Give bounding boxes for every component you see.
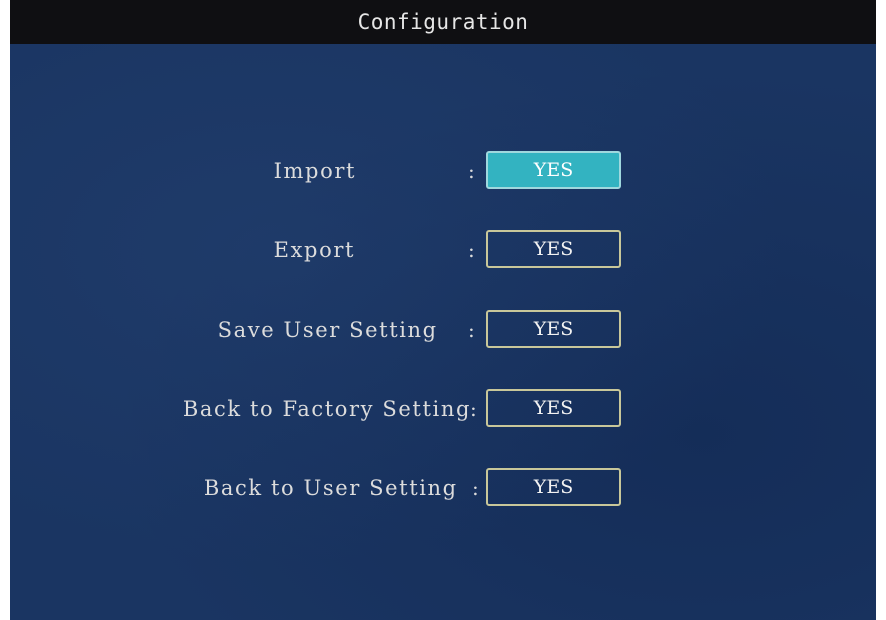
import-yes-button[interactable]: YES: [486, 151, 621, 189]
title-bar: Configuration: [10, 0, 876, 44]
export-colon: :: [468, 238, 475, 262]
setting-row-save-user-setting: Save User Setting : YES: [10, 310, 876, 350]
back-to-factory-setting-colon: :: [470, 397, 477, 421]
page-title: Configuration: [357, 10, 529, 34]
back-to-user-setting-yes-button[interactable]: YES: [486, 468, 621, 506]
setting-row-export: Export : YES: [10, 230, 876, 270]
back-to-user-setting-label: Back to User Setting: [203, 476, 466, 500]
setting-row-import: Import : YES: [10, 151, 876, 191]
configuration-screen: Configuration Import : YES Export : YES …: [10, 0, 876, 620]
save-user-setting-colon: :: [468, 318, 475, 342]
import-colon: :: [468, 159, 475, 183]
save-user-setting-label: Save User Setting: [217, 318, 446, 342]
save-user-setting-yes-button[interactable]: YES: [486, 310, 621, 348]
back-to-factory-setting-yes-button[interactable]: YES: [486, 389, 621, 427]
back-to-factory-setting-label: Back to Factory Setting: [182, 397, 471, 421]
setting-row-back-to-factory-setting: Back to Factory Setting : YES: [10, 389, 876, 429]
export-yes-button[interactable]: YES: [486, 230, 621, 268]
setting-row-back-to-user-setting: Back to User Setting : YES: [10, 468, 876, 508]
back-to-user-setting-colon: :: [472, 476, 479, 500]
import-label: Import: [273, 159, 356, 183]
export-label: Export: [273, 238, 355, 262]
